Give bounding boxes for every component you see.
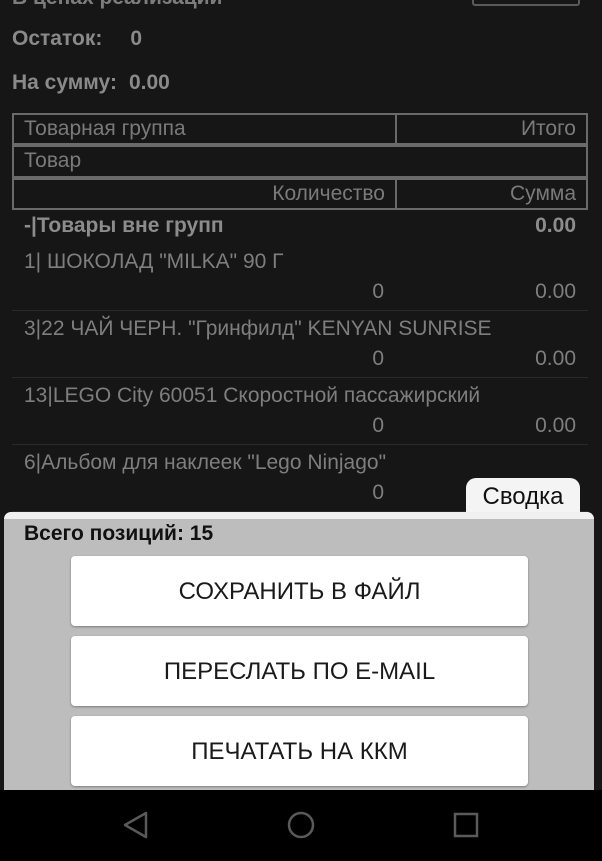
list-item[interactable]: 13|LEGO City 60051 Скоростной пассажирск…	[12, 378, 588, 445]
print-kkm-button[interactable]: ПЕЧАТАТЬ НА ККМ	[71, 716, 528, 786]
product-name: 3|22 ЧАЙ ЧЕРН. "Гринфилд" KENYAN SUNRISE	[24, 317, 492, 340]
sum-label: На сумму:	[12, 71, 117, 94]
header-total[interactable]: Итого	[395, 113, 588, 145]
sum-line: На сумму: 0.00	[12, 71, 170, 95]
save-to-file-button[interactable]: СОХРАНИТЬ В ФАЙЛ	[71, 556, 528, 626]
app-screen: В ценах реализации Остаток: 0 На сумму: 0.…	[0, 0, 602, 790]
back-icon[interactable]	[121, 810, 151, 840]
top-field[interactable]	[472, 0, 580, 6]
rest-label: Остаток:	[12, 27, 103, 50]
group-amount: 0.00	[535, 214, 576, 237]
home-icon[interactable]	[286, 810, 316, 840]
total-positions: Всего позиций: 15	[24, 522, 214, 545]
product-list[interactable]: -|Товары вне групп 0.00 1| ШОКОЛАД "MILK…	[12, 210, 588, 512]
product-qty: 0	[372, 481, 384, 505]
product-name: 1| ШОКОЛАД "MILKA" 90 Г	[24, 250, 284, 273]
product-amount: 0.00	[535, 414, 576, 438]
sum-value: 0.00	[128, 71, 170, 94]
product-qty: 0	[372, 414, 384, 438]
product-qty: 0	[372, 280, 384, 304]
rest-value: 0	[130, 27, 143, 50]
actions-sheet: Всего позиций: 15 СОХРАНИТЬ В ФАЙЛ ПЕРЕС…	[4, 512, 594, 790]
page-title: В ценах реализации	[12, 0, 222, 10]
product-qty: 0	[372, 347, 384, 371]
product-amount: 0.00	[535, 347, 576, 371]
group-row[interactable]: -|Товары вне групп 0.00	[12, 210, 588, 244]
product-name: 6|Альбом для наклеек "Lego Ninjago"	[24, 451, 387, 474]
header-group[interactable]: Товарная группа	[12, 113, 397, 145]
product-name: 13|LEGO City 60051 Скоростной пассажирск…	[24, 384, 481, 407]
navigation-bar	[0, 790, 602, 861]
header-product[interactable]: Товар	[12, 145, 588, 178]
list-item[interactable]: 1| ШОКОЛАД "MILKA" 90 Г 0 0.00	[12, 244, 588, 311]
group-name: -|Товары вне групп	[24, 214, 224, 237]
sheet-top-border	[4, 512, 594, 519]
product-amount: 0.00	[535, 280, 576, 304]
recents-icon[interactable]	[451, 810, 481, 840]
header-quantity[interactable]: Количество	[12, 178, 397, 210]
list-item[interactable]: 3|22 ЧАЙ ЧЕРН. "Гринфилд" KENYAN SUNRISE…	[12, 311, 588, 378]
send-email-button[interactable]: ПЕРЕСЛАТЬ ПО E-MAIL	[71, 636, 528, 706]
header-sum[interactable]: Сумма	[395, 178, 588, 210]
rest-line: Остаток: 0	[12, 27, 142, 51]
